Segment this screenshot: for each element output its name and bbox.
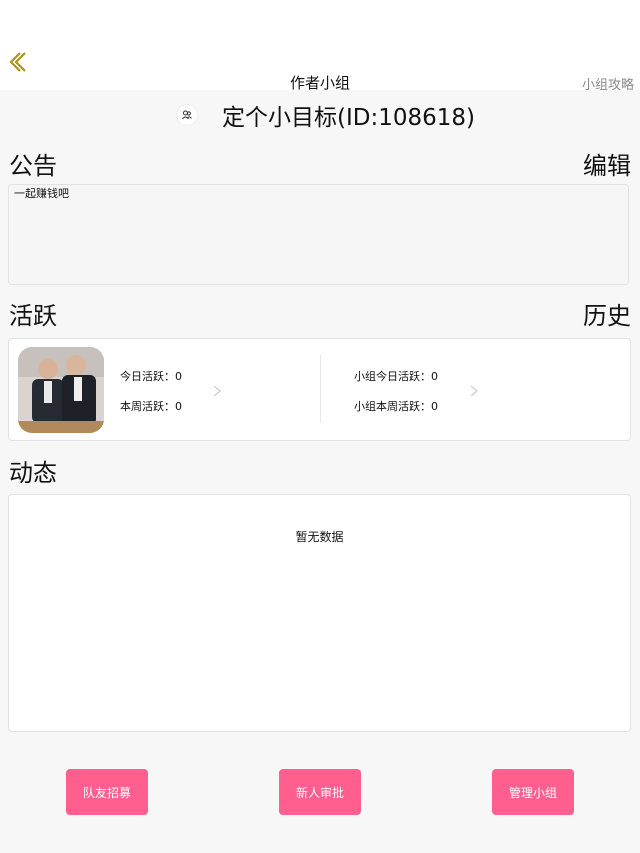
chevron-right-icon[interactable] bbox=[212, 384, 222, 398]
page-title: 作者小组 bbox=[289, 74, 350, 92]
empty-state-text: 暂无数据 bbox=[295, 530, 344, 544]
feed-box: 暂无数据 bbox=[8, 494, 631, 732]
group-guide-link[interactable]: 小组攻略 bbox=[582, 74, 634, 93]
activity-title: 活跃 bbox=[9, 302, 57, 330]
group-icon bbox=[176, 104, 198, 126]
week-activity: 本周活跃：0 bbox=[120, 400, 182, 413]
notice-text: 一起赚钱吧 bbox=[14, 187, 69, 200]
history-button[interactable]: 历史 bbox=[583, 296, 631, 331]
chevron-left-icon[interactable] bbox=[6, 50, 28, 74]
group-today-activity: 小组今日活跃：0 bbox=[354, 370, 438, 383]
today-activity: 今日活跃：0 bbox=[120, 370, 182, 383]
group-week-activity: 小组本周活跃：0 bbox=[354, 400, 438, 413]
feed-title: 动态 bbox=[9, 459, 57, 487]
navigation-bar: 作者小组 小组攻略 bbox=[0, 0, 640, 93]
group-header: 定个小目标(ID:108618) bbox=[0, 98, 640, 134]
notice-title: 公告 bbox=[9, 152, 57, 180]
new-member-review-button[interactable]: 新人审批 bbox=[279, 769, 361, 815]
manage-group-button[interactable]: 管理小组 bbox=[492, 769, 574, 815]
chevron-right-icon[interactable] bbox=[469, 384, 479, 398]
recruit-button[interactable]: 队友招募 bbox=[66, 769, 148, 815]
divider bbox=[320, 355, 321, 423]
edit-notice-button[interactable]: 编辑 bbox=[583, 146, 631, 181]
activity-card: 今日活跃：0 本周活跃：0 小组今日活跃：0 小组本周活跃：0 bbox=[8, 338, 631, 441]
notice-box[interactable]: 一起赚钱吧 bbox=[8, 184, 629, 285]
avatar bbox=[18, 347, 104, 433]
group-name: 定个小目标(ID:108618) bbox=[222, 105, 475, 131]
